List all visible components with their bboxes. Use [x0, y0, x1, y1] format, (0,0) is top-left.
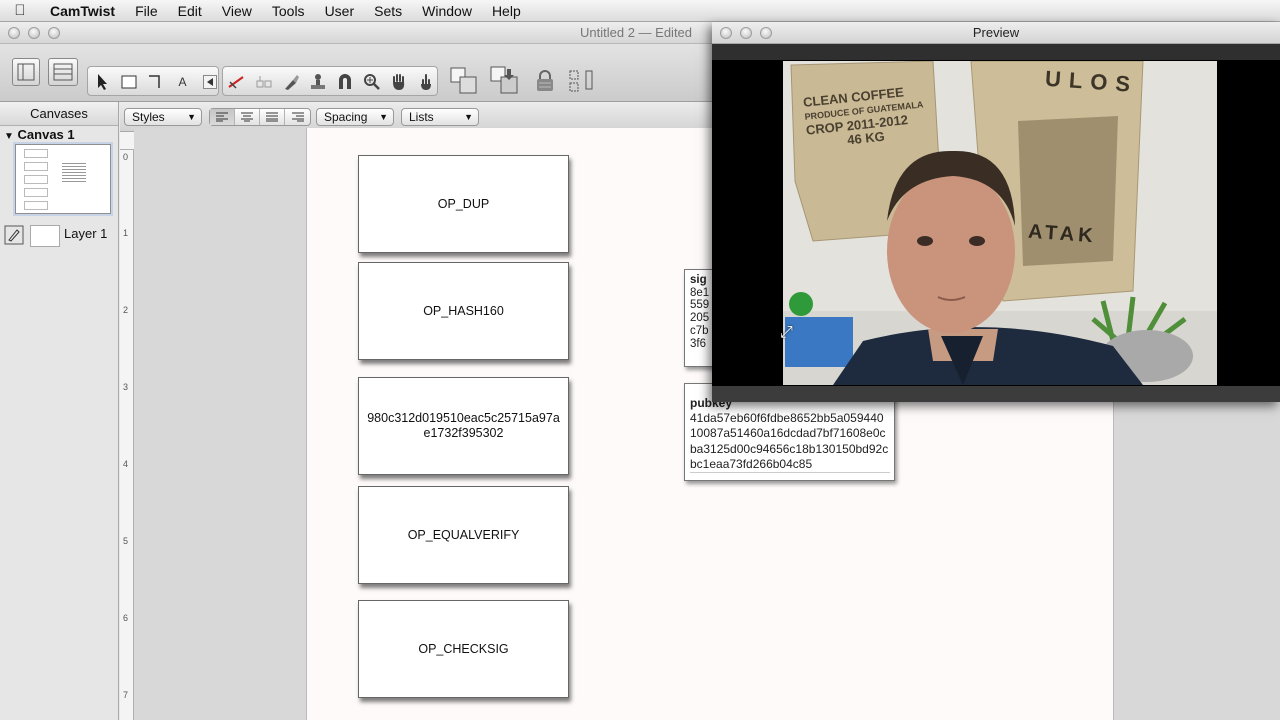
layer-thumbnail: [30, 225, 60, 247]
close-button[interactable]: [8, 27, 20, 39]
align-justify-icon[interactable]: [260, 109, 285, 125]
ruler-label: 2: [123, 305, 129, 315]
canvas-thumbnail[interactable]: [15, 144, 111, 214]
sidebar-header: Canvases: [0, 102, 118, 126]
canvases-sidebar: Canvases ▼ Canvas 1 Layer 1: [0, 102, 119, 720]
spacing-popup-label: Spacing: [324, 110, 368, 124]
preview-toolbar-strip: [712, 44, 1280, 60]
script-box-label: OP_CHECKSIG: [418, 641, 509, 656]
ruler-label: 0: [123, 152, 129, 162]
menu-user[interactable]: User: [315, 3, 365, 19]
styles-popup-label: Styles: [132, 110, 165, 124]
script-box-op-dup[interactable]: OP_DUP: [358, 155, 569, 253]
align-left-icon[interactable]: [210, 109, 235, 125]
preview-zoom-button[interactable]: [760, 27, 772, 39]
vertical-ruler[interactable]: 0 1 2 3 4 5 6 7: [120, 150, 134, 720]
canvas-name-label: Canvas 1: [17, 127, 75, 142]
preview-footer-strip: [712, 386, 1280, 402]
document-titlebar: Untitled 2 — Edited: [0, 22, 712, 44]
lists-popup[interactable]: Lists ▼: [401, 108, 479, 126]
ruler-label: 3: [123, 382, 129, 392]
hand-tool-icon[interactable]: [386, 69, 411, 94]
preview-titlebar: Preview: [712, 22, 1280, 44]
script-box-label: OP_EQUALVERIFY: [407, 527, 520, 542]
text-tool-icon[interactable]: A: [170, 69, 195, 94]
browse-hand-icon[interactable]: [413, 69, 438, 94]
script-box-label: OP_DUP: [437, 196, 490, 211]
document-title-name: Untitled 2: [580, 25, 635, 40]
menu-window[interactable]: Window: [412, 3, 482, 19]
shape-arrow-icon[interactable]: [197, 69, 222, 94]
menu-sets[interactable]: Sets: [364, 3, 412, 19]
document-title: Untitled 2 — Edited: [580, 25, 692, 40]
preview-title: Preview: [972, 25, 1020, 40]
preview-window: Preview CLEAN COFFEE PRODUCE OF GUATEMAL…: [712, 22, 1280, 402]
script-box-pubkey-hash[interactable]: 980c312d019510eac5c25715a97ae1732f395302: [358, 377, 569, 475]
preview-minimize-button[interactable]: [740, 27, 752, 39]
menu-edit[interactable]: Edit: [168, 3, 212, 19]
popup-arrow-icon: ▼: [379, 112, 388, 122]
ruler-label: 7: [123, 690, 129, 700]
group-icon[interactable]: [448, 64, 482, 98]
styles-popup[interactable]: Styles ▼: [124, 108, 202, 126]
ruler-label: 1: [123, 228, 129, 238]
lock-icon[interactable]: [530, 66, 560, 96]
layer-name-label: Layer 1: [64, 226, 108, 241]
popup-arrow-icon: ▼: [187, 112, 196, 122]
script-box-op-equalverify[interactable]: OP_EQUALVERIFY: [358, 486, 569, 584]
stamp-tool-icon[interactable]: [305, 69, 330, 94]
align-icon[interactable]: [566, 66, 598, 96]
line-tool-icon[interactable]: [143, 69, 168, 94]
menu-file[interactable]: File: [125, 3, 168, 19]
ruler-label: 4: [123, 459, 129, 469]
rectangle-tool-icon[interactable]: [116, 69, 141, 94]
menu-help[interactable]: Help: [482, 3, 531, 19]
diagram-tool-icon[interactable]: [251, 69, 276, 94]
zoom-button[interactable]: [48, 27, 60, 39]
script-box-op-checksig[interactable]: OP_CHECKSIG: [358, 600, 569, 698]
align-right-icon[interactable]: [285, 109, 310, 125]
minimize-button[interactable]: [28, 27, 40, 39]
menu-app-name[interactable]: CamTwist: [40, 3, 125, 19]
webcam-video-feed: CLEAN COFFEE PRODUCE OF GUATEMALA CROP 2…: [783, 61, 1217, 385]
spacing-popup[interactable]: Spacing ▼: [316, 108, 394, 126]
alignment-segmented-control: [209, 108, 311, 126]
resize-cursor-icon: ⤢: [780, 324, 793, 341]
script-box-label: OP_HASH160: [423, 303, 504, 318]
script-box-op-hash160[interactable]: OP_HASH160: [358, 262, 569, 360]
align-center-icon[interactable]: [235, 109, 260, 125]
style-brush-icon[interactable]: [278, 69, 303, 94]
pen-tool-icon[interactable]: [224, 69, 249, 94]
layer-pencil-icon[interactable]: [4, 225, 24, 248]
menu-view[interactable]: View: [212, 3, 262, 19]
menu-tools[interactable]: Tools: [262, 3, 315, 19]
script-box-label: 980c312d019510eac5c25715a97ae1732f395302: [367, 411, 560, 440]
ruler-label: 5: [123, 536, 129, 546]
toolbar: A: [0, 44, 712, 102]
preview-close-button[interactable]: [720, 27, 732, 39]
ruler-label: 6: [123, 613, 129, 623]
pointer-tool-icon[interactable]: [89, 69, 114, 94]
lists-popup-label: Lists: [409, 110, 434, 124]
popup-arrow-icon: ▼: [464, 112, 473, 122]
sack-right-bottom-text: ATAK: [1027, 220, 1098, 248]
magnet-tool-icon[interactable]: [332, 69, 357, 94]
disclosure-triangle-icon[interactable]: ▼: [4, 131, 14, 142]
apple-menu-icon[interactable]: : [0, 2, 40, 19]
zoom-tool-icon[interactable]: [359, 69, 384, 94]
inspector-toggle-icon[interactable]: [48, 58, 78, 86]
pubkey-value: 41da57eb60f6fdbe8652bb5a05944010087a5146…: [690, 411, 890, 474]
sidebar-item-canvas[interactable]: ▼ Canvas 1: [0, 126, 118, 144]
arrange-icon[interactable]: [488, 64, 522, 98]
document-title-status: — Edited: [638, 25, 693, 40]
sidebar-toggle-icon[interactable]: [12, 58, 40, 86]
sidebar-item-layer[interactable]: Layer 1: [0, 222, 119, 250]
menu-bar:  CamTwist File Edit View Tools User Set…: [0, 0, 1280, 22]
